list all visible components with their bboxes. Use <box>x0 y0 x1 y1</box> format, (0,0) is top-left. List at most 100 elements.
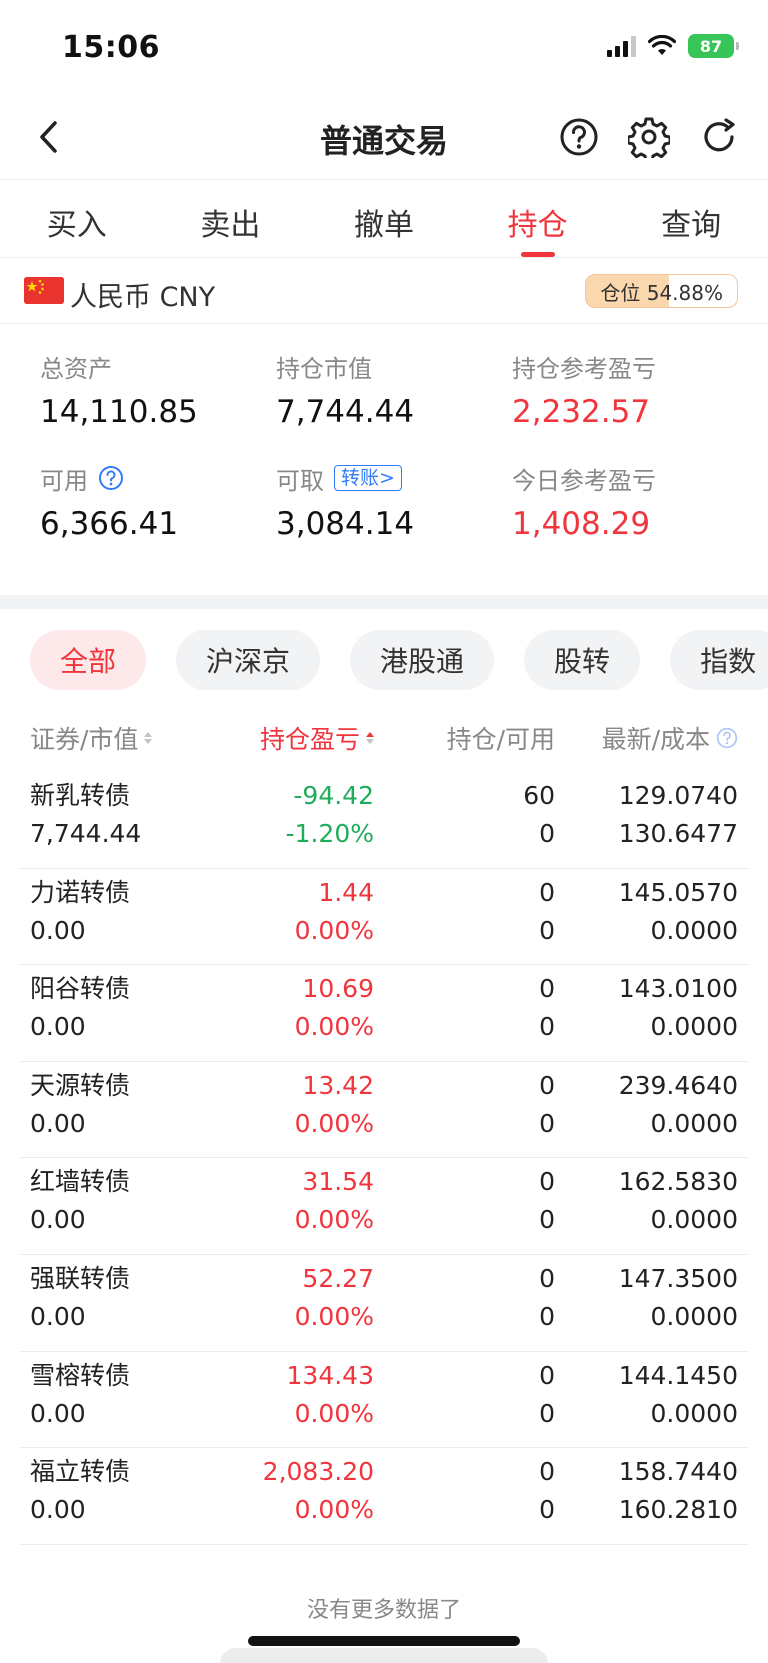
position-qty: 0 <box>539 1457 555 1487</box>
cost-price: 160.2810 <box>618 1495 738 1525</box>
security-name: 新乳转债 <box>30 781 131 810</box>
pnl-percent: 0.00% <box>294 1108 374 1138</box>
holding-row[interactable]: 阳谷转债 0.00 10.69 0.00% 0 0 143.0100 0.000… <box>20 965 748 1062</box>
available-qty: 0 <box>539 1495 555 1525</box>
position-ratio-badge: 仓位 54.88% <box>585 274 738 308</box>
available-qty: 0 <box>539 1301 555 1331</box>
security-name: 福立转债 <box>30 1457 131 1487</box>
available-qty: 0 <box>539 819 555 848</box>
pnl-percent: 0.00% <box>294 1495 374 1525</box>
position-pnl-label: 持仓参考盈亏 <box>512 354 656 383</box>
available-qty: 0 <box>539 1012 555 1042</box>
market-value: 0.00 <box>30 1108 86 1138</box>
holdings-list-header: 证券/市值 持仓盈亏 持仓/可用 最新/成本 <box>0 716 768 760</box>
available-qty: 0 <box>539 1108 555 1138</box>
market-value: 0.00 <box>30 1205 86 1235</box>
position-qty: 0 <box>539 974 555 1004</box>
filter-index[interactable]: 指数 <box>670 630 768 690</box>
withdrawable-label-row: 可取 转账> <box>276 462 496 495</box>
wifi-icon <box>648 35 676 55</box>
holding-row[interactable]: 雪榕转债 0.00 134.43 0.00% 0 0 144.1450 0.00… <box>20 1352 748 1449</box>
help-button[interactable] <box>554 112 604 162</box>
today-pnl: 今日参考盈亏 1,408.29 <box>512 462 732 543</box>
holding-row[interactable]: 红墙转债 0.00 31.54 0.00% 0 0 162.5830 0.000… <box>20 1158 748 1255</box>
status-icons: 87 <box>607 34 739 58</box>
pnl-percent: 0.00% <box>294 1301 374 1331</box>
battery-icon: 87 <box>688 34 739 58</box>
currency-row: 人民币 CNY 仓位 54.88% <box>0 260 768 324</box>
last-price: 145.0570 <box>618 877 738 907</box>
position-pnl: 1.44 <box>318 877 374 907</box>
tab-cancel-order[interactable]: 撤单 <box>307 182 461 257</box>
security-name: 红墙转债 <box>30 1167 131 1197</box>
total-assets-label: 总资产 <box>40 354 112 383</box>
header-position-pnl[interactable]: 持仓盈亏 <box>260 716 374 760</box>
last-price: 158.7440 <box>618 1457 738 1487</box>
no-more-data-text: 没有更多数据了 <box>306 1598 461 1623</box>
tab-query[interactable]: 查询 <box>614 182 768 257</box>
holding-row[interactable]: 强联转债 0.00 52.27 0.00% 0 0 147.3500 0.000… <box>20 1255 748 1352</box>
help-icon[interactable] <box>716 727 738 749</box>
holding-row[interactable]: 力诺转债 0.00 1.44 0.00% 0 0 145.0570 0.0000 <box>20 869 748 966</box>
cost-price: 0.0000 <box>650 1108 738 1138</box>
header-col2-label: 持仓盈亏 <box>259 725 360 754</box>
position-qty: 0 <box>539 877 555 907</box>
filter-all[interactable]: 全部 <box>30 630 147 690</box>
market-value-label: 持仓市值 <box>276 354 372 383</box>
battery-level: 87 <box>699 36 723 56</box>
cost-price: 130.6477 <box>618 819 738 848</box>
available-funds: 可用 6,366.41 <box>40 462 260 542</box>
tab-positions[interactable]: 持仓 <box>461 182 615 257</box>
transfer-link[interactable]: 转账> <box>334 465 402 491</box>
position-pnl: 2,083.20 <box>262 1457 374 1487</box>
settings-button[interactable] <box>624 112 674 162</box>
tab-buy[interactable]: 买入 <box>0 182 154 257</box>
header-qty-available: 持仓/可用 <box>447 716 555 760</box>
total-assets-value: 14,110.85 <box>40 394 198 430</box>
filter-neeq[interactable]: 股转 <box>524 630 641 690</box>
status-bar: 15:06 87 <box>0 0 768 100</box>
refresh-button[interactable] <box>694 112 744 162</box>
home-indicator[interactable] <box>248 1636 520 1646</box>
last-price: 129.0740 <box>618 781 738 810</box>
header-col3-label: 持仓/可用 <box>446 725 555 754</box>
pnl-percent: -1.20% <box>285 819 374 848</box>
header-last-cost: 最新/成本 <box>602 716 738 760</box>
holding-row[interactable]: 福立转债 0.00 2,083.20 0.00% 0 0 158.7440 16… <box>20 1448 748 1545</box>
position-qty: 60 <box>523 781 555 810</box>
withdrawable-funds: 可取 转账> 3,084.14 <box>276 462 496 542</box>
available-label: 可用 <box>40 466 88 495</box>
filter-sh-sz-bj[interactable]: 沪深京 <box>176 630 321 690</box>
position-qty: 0 <box>539 1360 555 1390</box>
position-pnl: 31.54 <box>302 1167 374 1197</box>
cellular-signal-icon <box>607 35 636 57</box>
header-col4-label: 最新/成本 <box>601 725 710 754</box>
tab-sell[interactable]: 卖出 <box>154 182 308 257</box>
market-filter-chips: 全部 沪深京 港股通 股转 指数 <box>30 630 768 690</box>
holding-row[interactable]: 天源转债 0.00 13.42 0.00% 0 0 239.4640 0.000… <box>20 1062 748 1159</box>
position-pnl: -94.42 <box>293 781 374 810</box>
security-name: 力诺转债 <box>30 877 131 907</box>
trade-tabs: 买入 卖出 撤单 持仓 查询 <box>0 182 768 258</box>
filter-hk-connect[interactable]: 港股通 <box>350 630 495 690</box>
pnl-percent: 0.00% <box>294 1205 374 1235</box>
currency-label: 人民币 CNY <box>70 282 216 313</box>
position-pnl: 持仓参考盈亏 2,232.57 <box>512 350 732 431</box>
bottom-sheet-handle[interactable] <box>220 1648 548 1663</box>
pnl-percent: 0.00% <box>294 1012 374 1042</box>
today-pnl-label: 今日参考盈亏 <box>512 466 656 495</box>
header-security-market-value[interactable]: 证券/市值 <box>30 716 153 760</box>
available-qty: 0 <box>539 915 555 945</box>
china-flag-icon <box>24 277 64 304</box>
withdrawable-value: 3,084.14 <box>276 506 415 542</box>
market-value-value: 7,744.44 <box>276 394 415 430</box>
cost-price: 0.0000 <box>650 915 738 945</box>
available-help-icon[interactable] <box>98 465 124 491</box>
security-name: 天源转债 <box>30 1070 131 1100</box>
last-price: 162.5830 <box>618 1167 738 1197</box>
pnl-percent: 0.00% <box>294 1398 374 1428</box>
last-price: 144.1450 <box>618 1360 738 1390</box>
holding-row[interactable]: 新乳转债 7,744.44 -94.42 -1.20% 60 0 129.074… <box>20 772 748 869</box>
total-assets: 总资产 14,110.85 <box>40 350 260 431</box>
cost-price: 0.0000 <box>650 1398 738 1428</box>
